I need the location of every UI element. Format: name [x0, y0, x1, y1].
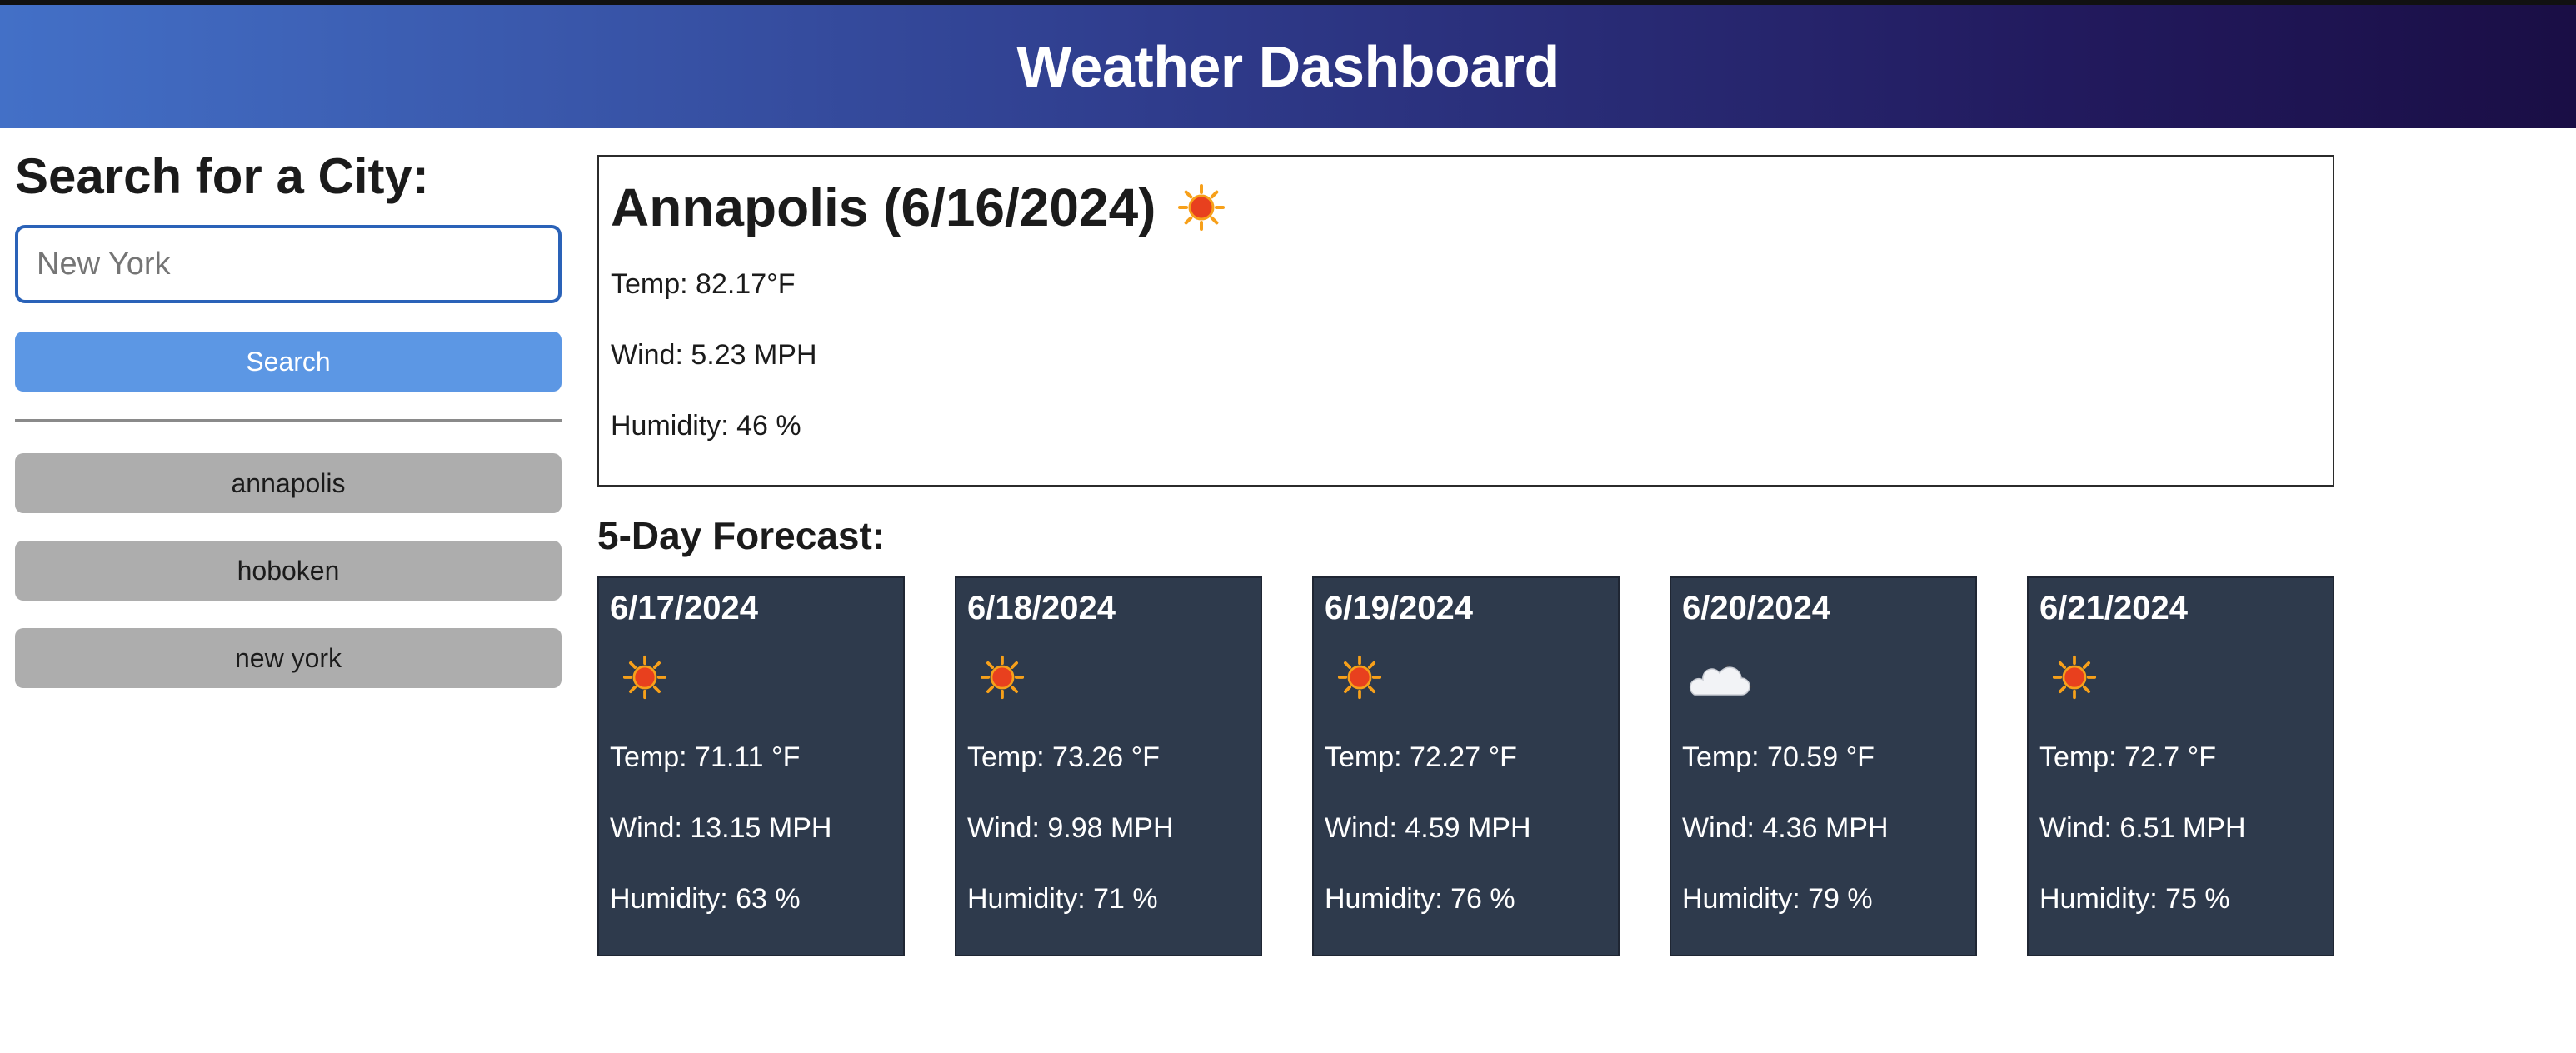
- search-heading: Search for a City:: [15, 148, 429, 204]
- forecast-card: 6/21/2024 Temp: 72.7 °F Wind: 6.51 MPH H…: [2027, 576, 2334, 956]
- sun-icon: [1177, 183, 1226, 232]
- current-wind: Wind: 5.23 MPH: [611, 339, 817, 371]
- current-temp: Temp: 82.17°F: [611, 268, 796, 300]
- forecast-temp: Temp: 72.7 °F: [2039, 741, 2217, 773]
- forecast-card: 6/20/2024 Temp: 70.59 °F Wind: 4.36 MPH …: [1670, 576, 1977, 956]
- forecast-card: 6/18/2024 Temp: 73.26 °F Wind: 9.98 MPH …: [955, 576, 1262, 956]
- forecast-humidity: Humidity: 71 %: [967, 883, 1158, 915]
- search-history-list: annapolis hoboken new york: [15, 453, 562, 716]
- forecast-temp: Temp: 72.27 °F: [1325, 741, 1517, 773]
- weather-dashboard-page: Weather Dashboard Search for a City: Sea…: [0, 0, 2576, 1053]
- cloud-moon-icon: [1686, 656, 1761, 701]
- forecast-humidity: Humidity: 79 %: [1682, 883, 1873, 915]
- forecast-temp: Temp: 73.26 °F: [967, 741, 1160, 773]
- sun-icon: [1337, 655, 1382, 700]
- forecast-wind: Wind: 9.98 MPH: [967, 812, 1174, 844]
- sidebar-divider: [15, 419, 562, 422]
- forecast-card: 6/17/2024 Temp: 71.11 °F Wind: 13.15 MPH…: [597, 576, 905, 956]
- history-button-new-york[interactable]: new york: [15, 628, 562, 688]
- forecast-card: 6/19/2024 Temp: 72.27 °F Wind: 4.59 MPH …: [1312, 576, 1620, 956]
- forecast-date: 6/18/2024: [967, 590, 1116, 626]
- current-humidity: Humidity: 46 %: [611, 410, 801, 442]
- current-city-date: Annapolis (6/16/2024): [611, 177, 1156, 237]
- forecast-humidity: Humidity: 63 %: [610, 883, 801, 915]
- history-button-annapolis[interactable]: annapolis: [15, 453, 562, 513]
- city-search-input[interactable]: [15, 225, 562, 303]
- forecast-wind: Wind: 4.36 MPH: [1682, 812, 1889, 844]
- search-button[interactable]: Search: [15, 332, 562, 392]
- current-weather-panel: Annapolis (6/16/2024) Temp: 82.17°F Wind…: [597, 155, 2334, 487]
- forecast-date: 6/21/2024: [2039, 590, 2188, 626]
- current-weather-title: Annapolis (6/16/2024): [611, 177, 1226, 238]
- forecast-temp: Temp: 70.59 °F: [1682, 741, 1875, 773]
- page-title: Weather Dashboard: [1016, 34, 1560, 99]
- history-button-hoboken[interactable]: hoboken: [15, 541, 562, 601]
- forecast-wind: Wind: 4.59 MPH: [1325, 812, 1531, 844]
- forecast-date: 6/20/2024: [1682, 590, 1830, 626]
- forecast-temp: Temp: 71.11 °F: [610, 741, 801, 773]
- forecast-wind: Wind: 6.51 MPH: [2039, 812, 2246, 844]
- app-header: Weather Dashboard: [0, 0, 2576, 128]
- forecast-wind: Wind: 13.15 MPH: [610, 812, 832, 844]
- forecast-heading: 5-Day Forecast:: [597, 514, 886, 557]
- sun-icon: [622, 655, 667, 700]
- forecast-date: 6/19/2024: [1325, 590, 1473, 626]
- search-sidebar: Search for a City: Search annapolis hobo…: [15, 142, 562, 688]
- forecast-humidity: Humidity: 76 %: [1325, 883, 1515, 915]
- sun-icon: [2052, 655, 2097, 700]
- sun-icon: [980, 655, 1025, 700]
- forecast-cards: 6/17/2024 Temp: 71.11 °F Wind: 13.15 MPH…: [597, 576, 2334, 956]
- forecast-humidity: Humidity: 75 %: [2039, 883, 2230, 915]
- forecast-date: 6/17/2024: [610, 590, 758, 626]
